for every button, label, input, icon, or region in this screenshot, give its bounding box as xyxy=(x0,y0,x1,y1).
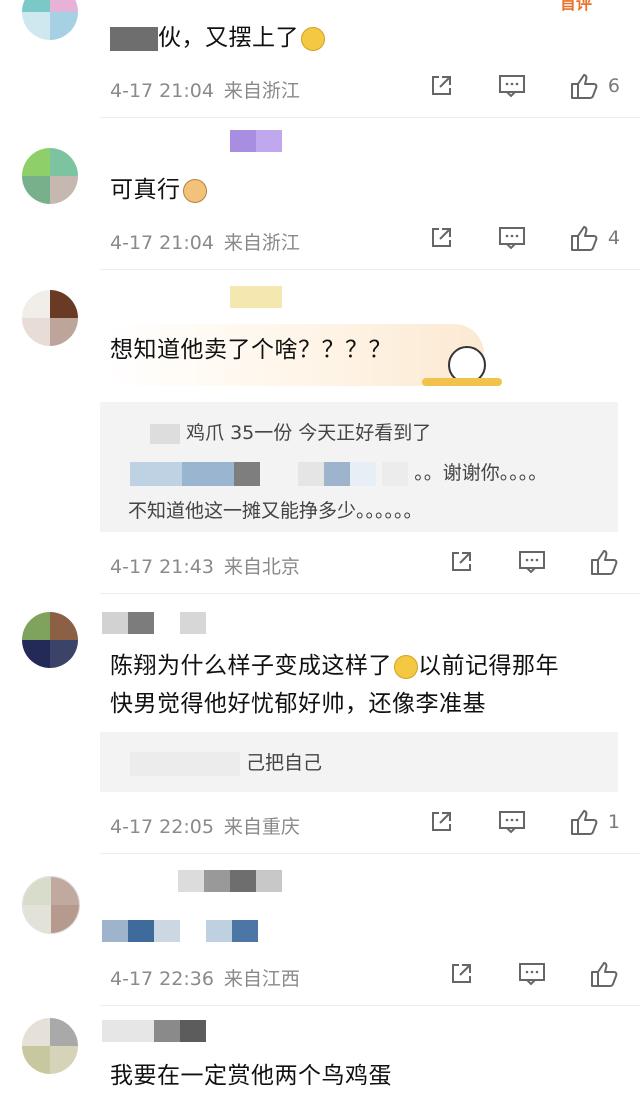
laugh-cry-emoji-icon xyxy=(301,26,325,51)
like-button[interactable]: 1 xyxy=(570,808,620,836)
reply-box: 鸡爪 35一份 今天正好看到了 。。谢谢你。。。。 不知道他这一摊又能挣多少。。… xyxy=(100,402,618,532)
like-icon xyxy=(591,550,618,575)
avatar[interactable] xyxy=(22,612,78,668)
comment-meta: 4-17 21:04 来自浙江 xyxy=(110,76,300,103)
avatar[interactable] xyxy=(22,1018,78,1074)
reply-line: 鸡爪 35一份 今天正好看到了 xyxy=(150,418,431,445)
comment-text: 陈翔为什么样子变成这样了 以前记得那年 xyxy=(110,653,559,679)
comment-meta: 4-17 22:36 来自江西 xyxy=(110,964,300,991)
divider xyxy=(100,269,640,270)
blurred-username xyxy=(230,286,282,308)
location: 来自浙江 xyxy=(223,80,300,102)
like-count: 4 xyxy=(607,227,620,249)
like-button[interactable] xyxy=(590,960,620,988)
timestamp: 4-17 21:43 xyxy=(110,556,214,578)
reply-line: 己把自己 xyxy=(130,748,322,776)
location: 来自江西 xyxy=(223,968,300,990)
divider xyxy=(100,1005,640,1006)
crying-emoji-icon xyxy=(394,654,418,679)
divider xyxy=(100,117,640,118)
share-button[interactable] xyxy=(448,961,474,987)
reply-line: 不知道他这一摊又能挣多少。。。。。。 xyxy=(128,500,423,522)
blurred-username xyxy=(102,1020,206,1042)
blurred-username xyxy=(230,130,282,152)
share-button[interactable] xyxy=(448,549,474,575)
comment-actions xyxy=(448,548,620,576)
avatar[interactable] xyxy=(22,148,78,204)
blurred-username xyxy=(178,870,282,892)
comment-text: 想知道他卖了个啥？？？？ xyxy=(110,337,392,363)
like-icon xyxy=(570,74,598,99)
like-button[interactable] xyxy=(590,548,620,576)
divider xyxy=(100,853,640,854)
like-button[interactable]: 4 xyxy=(570,224,620,252)
comment-text-line2: 快男觉得他好忧郁好帅，还像李准基 xyxy=(110,691,486,717)
blurred-name xyxy=(110,26,158,51)
avatar[interactable] xyxy=(22,290,78,346)
share-icon xyxy=(452,964,471,983)
timestamp: 4-17 22:36 xyxy=(110,968,214,990)
comment-icon xyxy=(498,811,525,834)
comment-button[interactable] xyxy=(518,549,546,575)
comment-actions xyxy=(448,960,620,988)
comment-text: 我要在一定赏他两个鸟鸡蛋 xyxy=(110,1063,392,1089)
blurred-name xyxy=(130,751,240,776)
comment-icon xyxy=(498,227,525,250)
share-button[interactable] xyxy=(428,73,454,99)
avatar[interactable] xyxy=(22,0,78,40)
comment-meta: 4-17 21:43 来自北京 xyxy=(110,552,300,579)
location: 来自浙江 xyxy=(223,232,300,254)
timestamp: 4-17 21:04 xyxy=(110,80,214,102)
comment-actions: 4 xyxy=(428,224,620,252)
comment-button[interactable] xyxy=(498,225,526,251)
timestamp: 4-17 22:05 xyxy=(110,816,214,838)
top-badge: 首评 xyxy=(560,0,593,13)
blurred-name xyxy=(130,461,182,486)
share-icon xyxy=(431,76,451,95)
divider xyxy=(100,593,640,594)
comment-meta: 4-17 21:04 来自浙江 xyxy=(110,228,300,255)
share-button[interactable] xyxy=(428,809,454,835)
gold-coins-icon xyxy=(422,378,502,386)
blurred-comment-text xyxy=(102,920,258,942)
comment-icon xyxy=(519,963,545,986)
like-icon xyxy=(570,810,598,835)
like-count: 6 xyxy=(607,75,620,97)
like-count: 1 xyxy=(607,811,620,833)
reply-box: 己把自己 xyxy=(100,732,618,792)
share-icon xyxy=(431,812,451,831)
comment-button[interactable] xyxy=(518,961,546,987)
reply-line: 。。谢谢你。。。。 xyxy=(130,458,547,486)
share-icon xyxy=(452,552,471,571)
comment-icon xyxy=(519,551,545,574)
comment-icon xyxy=(498,75,525,98)
cat-emoji-icon xyxy=(182,178,207,203)
comment-button[interactable] xyxy=(498,73,526,99)
comment-text: 伙，又摆上了 xyxy=(110,20,325,56)
comment-button[interactable] xyxy=(498,809,526,835)
avatar[interactable] xyxy=(22,876,80,934)
location: 来自重庆 xyxy=(223,816,300,838)
like-icon xyxy=(570,226,598,251)
location: 来自北京 xyxy=(223,556,300,578)
share-icon xyxy=(431,228,451,247)
timestamp: 4-17 21:04 xyxy=(110,232,214,254)
blurred-username xyxy=(102,612,206,634)
like-icon xyxy=(591,962,618,987)
comment-text: 可真行 xyxy=(110,172,207,208)
share-button[interactable] xyxy=(428,225,454,251)
comment-meta: 4-17 22:05 来自重庆 xyxy=(110,812,300,839)
like-button[interactable]: 6 xyxy=(570,72,620,100)
comment-actions: 1 xyxy=(428,808,620,836)
blurred-name xyxy=(150,423,180,444)
comment-actions: 6 xyxy=(428,72,620,100)
